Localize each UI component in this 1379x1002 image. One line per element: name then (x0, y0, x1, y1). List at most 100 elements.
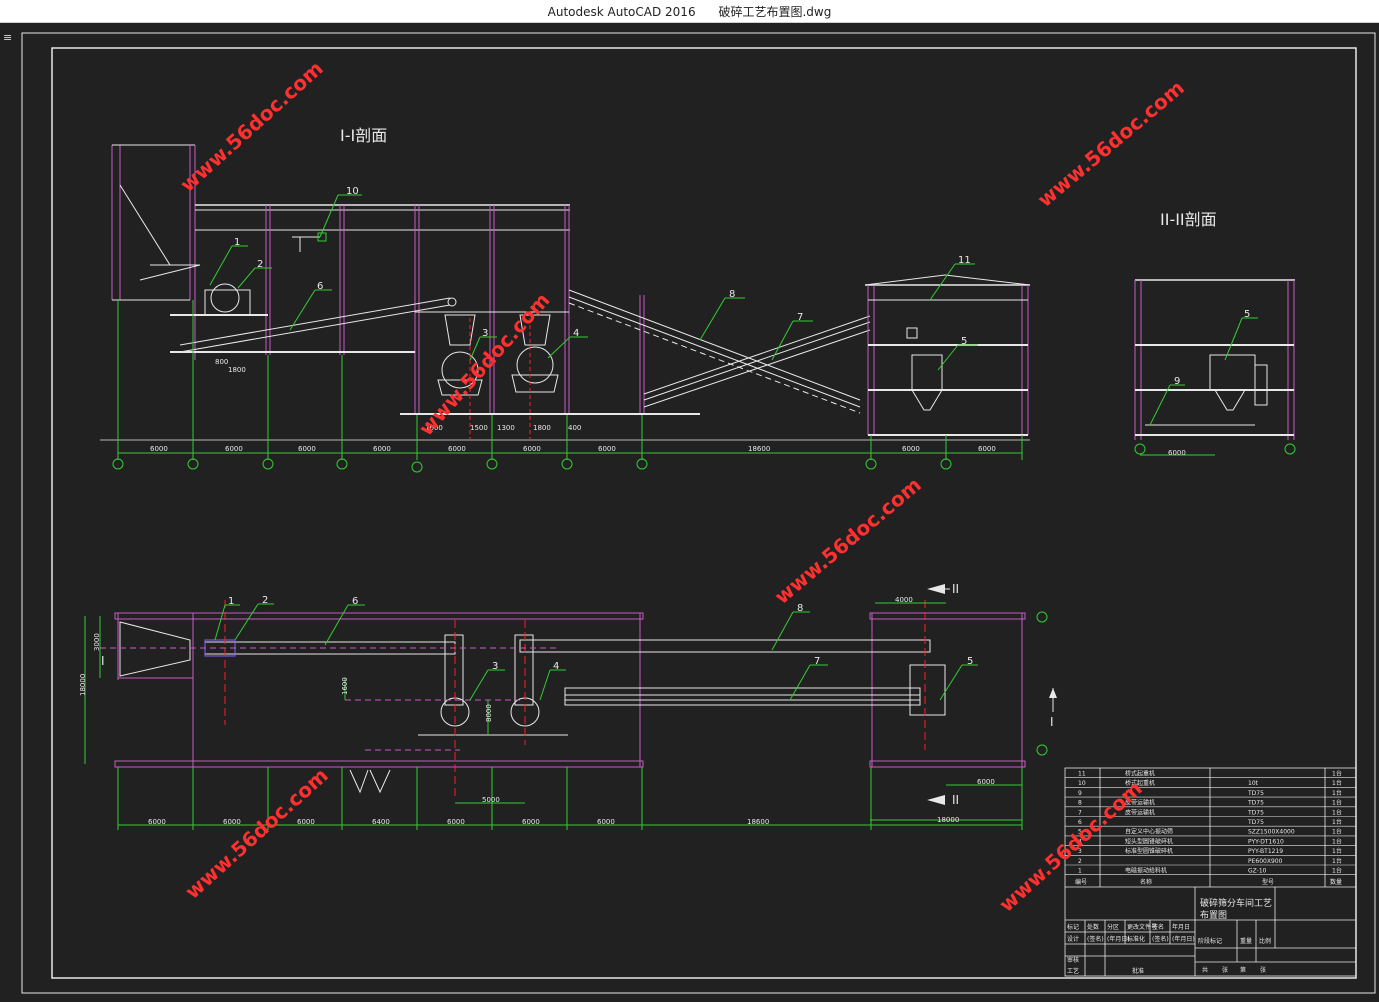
header-model: 型号 (1262, 878, 1274, 886)
section-mark: I (1050, 715, 1054, 729)
dim-label: 6000 (978, 445, 996, 453)
plan-view (100, 600, 1048, 800)
callout-label: 1 (234, 237, 240, 248)
section-mark: I (101, 654, 105, 668)
section-1-1 (100, 144, 1031, 441)
dim-label: 4000 (895, 596, 913, 604)
tb-label: 重量 (1240, 937, 1252, 945)
dim-label: 18000 (937, 816, 959, 824)
cad-drawing: 6000 6000 6000 6000 6000 6000 6000 1 8 600… (21, 32, 1376, 994)
dim-label: 6000 (297, 818, 315, 826)
dim-label: 6000 (225, 445, 243, 453)
drawing-name-line2: 布置图 (1200, 909, 1227, 921)
plan-dim-labels: 6000 6000 6000 6400 6000 6000 6000 18600… (79, 596, 995, 826)
dim-label: 6000 (150, 445, 168, 453)
window-titlebar: Autodesk AutoCAD 2016 破碎工艺布置图.dwg (0, 0, 1379, 23)
callout-label: 4 (573, 328, 579, 339)
dim-label: 6000 (298, 445, 316, 453)
tb-label: 年月日 (1172, 923, 1190, 931)
watermark-text: www.56doc.com (414, 288, 555, 440)
section-2-dim-label: 6000 (1168, 449, 1186, 457)
parts-cell-qty: 1台 (1332, 789, 1342, 797)
window-title: Autodesk AutoCAD 2016 破碎工艺布置图.dwg (0, 3, 1379, 20)
dim-label: 6000 (148, 818, 166, 826)
callout-label: 8 (729, 289, 735, 300)
dim-label: 6000 (598, 445, 616, 453)
tb-label: 审核 (1067, 956, 1079, 964)
parts-cell-model: PYY-DT1610 (1248, 838, 1284, 845)
section-1-dimensions (112, 300, 1023, 473)
parts-cell-qty: 1台 (1332, 867, 1342, 875)
parts-cell-no: 8 (1078, 800, 1082, 807)
section-mark: II (952, 793, 959, 807)
tb-label: 设计 (1067, 935, 1079, 943)
section-2-callout-9: 9 (1174, 376, 1180, 387)
parts-cell-qty: 1台 (1332, 770, 1342, 778)
callout-label: 3 (492, 661, 498, 672)
section-2-callout-5: 5 (1244, 309, 1250, 320)
plan-dimensions (84, 602, 1023, 830)
parts-cell-qty: 1台 (1332, 857, 1342, 865)
callout-label: 2 (262, 595, 268, 606)
dim-label: 6000 (522, 818, 540, 826)
dim-label: 3000 (93, 633, 101, 651)
callout-label: 1 (228, 596, 234, 607)
dim-label: 1800 (228, 366, 246, 374)
callout-label: 7 (797, 312, 803, 323)
parts-cell-name: 短头型圆锥破碎机 (1125, 837, 1173, 845)
tb-label: 第 (1240, 966, 1246, 974)
dim-label: 1500 (470, 424, 488, 432)
watermark-text: www.56doc.com (175, 56, 327, 197)
section-mark: II (952, 582, 959, 596)
dim-label: 400 (568, 424, 581, 432)
parts-cell-qty: 1台 (1332, 779, 1342, 787)
watermark-text: www.56doc.com (770, 472, 926, 608)
tb-label: 共 (1202, 966, 1208, 974)
tb-label: (签名) (1087, 935, 1104, 943)
dim-label: 6000 (223, 818, 241, 826)
parts-cell-model: GZ-10 (1248, 868, 1267, 875)
dim-label: 5000 (482, 796, 500, 804)
section-1-title: I-I剖面 (340, 126, 387, 145)
watermarks: www.56doc.com www.56doc.com www.56doc.co… (175, 56, 1189, 917)
parts-cell-model: SZZ1500X4000 (1248, 829, 1295, 836)
watermark-text: www.56doc.com (180, 763, 332, 904)
dim-label: 6000 (523, 445, 541, 453)
callout-label: 6 (317, 281, 323, 292)
tb-label: 标记 (1067, 923, 1079, 931)
dim-label: 8000 (485, 704, 493, 722)
drawing-viewport[interactable]: ≡ 6000 6000 6000 6000 6000 6000 6000 186… (0, 23, 1379, 1002)
tb-label: 标准化 (1127, 935, 1145, 943)
callout-label: 3 (482, 328, 488, 339)
tb-label: 批准 (1132, 967, 1144, 975)
parts-cell-name: 皮带运输机 (1125, 808, 1155, 816)
app-name: Autodesk AutoCAD 2016 (547, 5, 696, 19)
tb-label: 张 (1260, 966, 1266, 974)
callout-label: 7 (814, 656, 820, 667)
title-block-labels: 编号 名称 型号 数量 破碎筛分车间工艺 布置图 标记 处数 分区 更改文件号 … (1067, 878, 1342, 975)
tb-label: 阶段标记 (1198, 937, 1222, 945)
watermark-text: www.56doc.com (1033, 75, 1189, 211)
parts-cell-model: PYY-BT1219 (1248, 848, 1283, 855)
tb-label: (年月日) (1172, 935, 1195, 943)
callout-label: 4 (553, 661, 559, 672)
parts-cell-model: TD75 (1247, 790, 1264, 797)
tb-label: 处数 (1087, 923, 1099, 931)
section-2-title: II-II剖面 (1160, 210, 1217, 229)
dim-label: 6000 (447, 818, 465, 826)
plan-callout-labels: 1 2 3 4 5 6 7 8 (228, 595, 973, 672)
parts-cell-model: PE600X900 (1248, 858, 1283, 865)
tb-label: 比例 (1259, 937, 1271, 945)
callout-label: 8 (797, 603, 803, 614)
tb-label: 工艺 (1067, 967, 1079, 975)
parts-cell-qty: 1台 (1332, 818, 1342, 826)
dim-label: 6000 (977, 778, 995, 786)
dim-label: 800 (215, 358, 228, 366)
callout-label: 10 (346, 186, 359, 197)
callout-label: 11 (958, 255, 971, 266)
parts-cell-no: 7 (1078, 809, 1082, 816)
file-name: 破碎工艺布置图.dwg (718, 5, 832, 19)
dim-label: 6000 (597, 818, 615, 826)
callout-label: 5 (967, 656, 973, 667)
parts-cell-no: 1 (1078, 868, 1082, 875)
